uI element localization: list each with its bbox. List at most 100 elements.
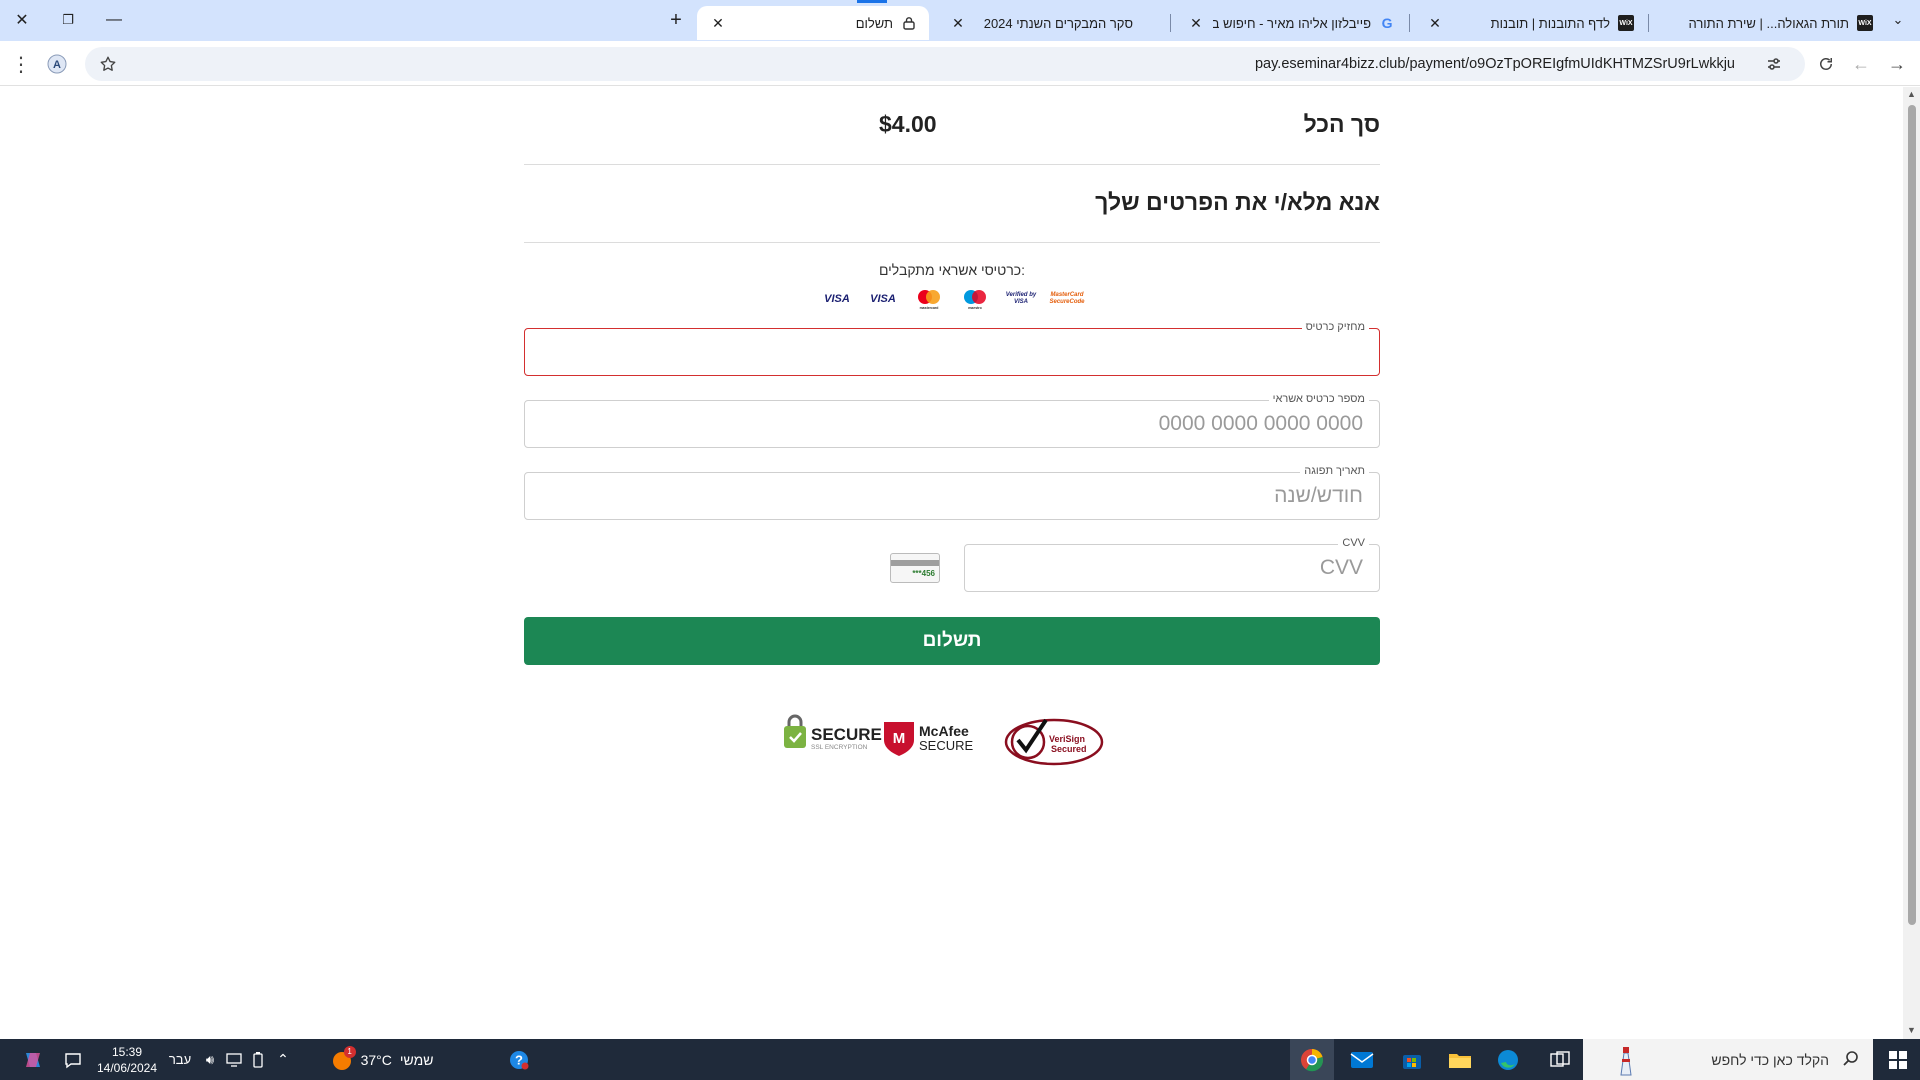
restore-window-button[interactable]: ❐ bbox=[46, 0, 90, 40]
search-placeholder: הקלד כאן כדי לחפש bbox=[1711, 1051, 1829, 1068]
secure-badge-title: SECURE bbox=[811, 725, 882, 744]
visa-electron-card-icon: VISA bbox=[864, 287, 902, 311]
tab-google-search[interactable]: G פייבלזון אליהו מאיר - חיפוש ב-G ✕ bbox=[1175, 6, 1407, 40]
ssl-secure-badge: SECURE SSL ENCRYPTION bbox=[784, 714, 882, 751]
divider bbox=[524, 164, 1380, 165]
tab-search-chevron-icon[interactable]: ⌄ bbox=[1876, 0, 1920, 40]
minimize-window-button[interactable]: — bbox=[92, 0, 136, 40]
divider bbox=[524, 242, 1380, 243]
tab-close-icon[interactable]: ✕ bbox=[949, 14, 967, 32]
copilot-icon[interactable] bbox=[18, 1039, 48, 1080]
security-badges: SECURE SSL ENCRYPTION M McAfee SECURE Ve… bbox=[781, 712, 1121, 768]
cardholder-input[interactable] bbox=[525, 329, 1379, 375]
microsoft-store-icon[interactable] bbox=[1390, 1039, 1434, 1080]
sun-icon: 1 bbox=[331, 1045, 356, 1071]
network-icon[interactable] bbox=[224, 1039, 244, 1080]
accepted-cards-label: :כרטיסי אשראי מתקבלים bbox=[878, 262, 1026, 278]
reload-icon[interactable] bbox=[1811, 49, 1841, 79]
scrollbar-thumb[interactable] bbox=[1908, 105, 1916, 925]
tab-separator bbox=[1409, 14, 1410, 32]
browser-toolbar: ⋮ A pay.eseminar4bizz.club/payment/o9OzT… bbox=[0, 41, 1920, 86]
tab-title: תשלום bbox=[855, 15, 893, 31]
menu-kebab-icon[interactable]: ⋮ bbox=[6, 49, 36, 79]
verisign-secured-badge: VeriSign Secured bbox=[1004, 718, 1104, 766]
clock-date: 14/06/2024 bbox=[96, 1060, 158, 1075]
profile-avatar[interactable]: A bbox=[42, 49, 72, 79]
address-bar[interactable]: pay.eseminar4bizz.club/payment/o9OzTpORE… bbox=[85, 47, 1805, 81]
back-arrow-icon[interactable]: ← bbox=[1846, 49, 1876, 79]
edge-icon[interactable] bbox=[1486, 1039, 1530, 1080]
lock-icon bbox=[901, 15, 917, 31]
tab-payment[interactable]: תשלום ✕ bbox=[697, 6, 929, 40]
card-number-field: מספר כרטיס אשראי bbox=[524, 393, 1380, 448]
wix-icon: WiX bbox=[1618, 15, 1634, 31]
battery-icon[interactable] bbox=[248, 1039, 268, 1080]
clock[interactable]: 15:39 14/06/2024 bbox=[96, 1039, 158, 1080]
mcafee-secure-badge: M McAfee SECURE bbox=[884, 722, 974, 756]
mastercard-icon: mastercard bbox=[910, 287, 948, 311]
lighthouse-search-highlight-icon bbox=[1609, 1043, 1643, 1077]
card-number-input[interactable] bbox=[525, 401, 1379, 447]
page-scrollbar[interactable]: ▲ ▼ bbox=[1903, 87, 1920, 1039]
language-indicator[interactable]: עבר bbox=[166, 1039, 194, 1080]
site-settings-icon[interactable] bbox=[1761, 51, 1787, 77]
cardholder-field: מחזיק כרטיס bbox=[524, 321, 1380, 376]
expiry-input[interactable] bbox=[525, 473, 1379, 519]
start-button[interactable] bbox=[1875, 1039, 1920, 1080]
windows-taskbar: 15:39 14/06/2024 עבר 🔊︎ ⌃ שמשי 37°C 1 ? bbox=[0, 1039, 1920, 1080]
mail-icon[interactable] bbox=[1340, 1039, 1384, 1080]
svg-text:maestro: maestro bbox=[968, 306, 982, 310]
cvv-input[interactable] bbox=[965, 545, 1379, 591]
tab-visitor-survey[interactable]: סקר המבקרים השנתי 2024 ✕ bbox=[937, 6, 1169, 40]
tab-title: לדף התובנות | תובנות bbox=[1490, 15, 1610, 31]
tab-title: פייבלזון אליהו מאיר - חיפוש ב-G bbox=[1213, 15, 1371, 31]
task-view-icon[interactable] bbox=[1538, 1039, 1582, 1080]
volume-icon[interactable]: 🔊︎ bbox=[200, 1039, 220, 1080]
mastercard-securecode-icon: MasterCard SecureCode bbox=[1048, 287, 1086, 311]
accepted-cards-row: VISA VISA mastercard maestro Verified by… bbox=[818, 287, 1088, 311]
total-row: סך הכל $4.00 bbox=[524, 111, 1380, 151]
scroll-down-arrow-icon[interactable]: ▼ bbox=[1906, 1025, 1917, 1036]
google-icon: G bbox=[1381, 15, 1393, 31]
weather-widget[interactable]: שמשי 37°C 1 bbox=[312, 1039, 452, 1080]
file-explorer-icon[interactable] bbox=[1438, 1039, 1482, 1080]
forward-arrow-icon[interactable]: → bbox=[1882, 49, 1912, 79]
mcafee-badge-title: McAfee bbox=[919, 723, 969, 739]
page-viewport: סך הכל $4.00 אנא מלא/י את הפרטים שלך :כר… bbox=[0, 87, 1902, 1039]
mcafee-badge-subtitle: SECURE bbox=[919, 738, 974, 753]
form-heading: אנא מלא/י את הפרטים שלך bbox=[1095, 189, 1380, 215]
tab-separator bbox=[1648, 14, 1649, 32]
expiry-field: תאריך תפוגה bbox=[524, 465, 1380, 520]
tab-title: סקר המבקרים השנתי 2024 bbox=[983, 15, 1133, 31]
cvv-field: CVV bbox=[964, 537, 1380, 592]
weather-label: שמשי bbox=[399, 1051, 434, 1068]
show-hidden-icons-chevron-icon[interactable]: ⌃ bbox=[272, 1039, 294, 1080]
verified-by-visa-icon: Verified by VISA bbox=[1002, 287, 1040, 311]
maestro-card-icon: maestro bbox=[956, 287, 994, 311]
tab-strip: ✕ ❐ — + תשלום ✕ סקר המבקרים השנתי 2024 ✕… bbox=[0, 0, 1920, 41]
notification-center-icon[interactable] bbox=[58, 1039, 88, 1080]
bookmark-star-icon[interactable] bbox=[95, 51, 121, 77]
tab-torah[interactable]: WiX תורת הגאולה... | שירת התורה bbox=[1653, 6, 1885, 40]
close-window-button[interactable]: ✕ bbox=[0, 0, 44, 40]
clock-time: 15:39 bbox=[111, 1044, 143, 1059]
tab-insights[interactable]: WiX לדף התובנות | תובנות ✕ bbox=[1414, 6, 1646, 40]
cvv-hint-text: ***456 bbox=[912, 569, 935, 578]
tab-close-icon[interactable]: ✕ bbox=[709, 14, 727, 32]
total-amount: $4.00 bbox=[879, 111, 937, 137]
wix-icon: WiX bbox=[1857, 15, 1873, 31]
new-tab-button[interactable]: + bbox=[654, 0, 698, 40]
taskbar-search-box[interactable]: הקלד כאן כדי לחפש bbox=[1583, 1039, 1873, 1080]
tab-close-icon[interactable]: ✕ bbox=[1426, 14, 1444, 32]
total-label: סך הכל bbox=[1303, 111, 1380, 137]
browser-window: ✕ ❐ — + תשלום ✕ סקר המבקרים השנתי 2024 ✕… bbox=[0, 0, 1920, 1080]
visa-card-icon: VISA bbox=[818, 287, 856, 311]
pay-button[interactable]: תשלום bbox=[524, 617, 1380, 665]
chrome-taskbar-icon[interactable] bbox=[1290, 1039, 1334, 1080]
tab-title: תורת הגאולה... | שירת התורה bbox=[1688, 15, 1849, 31]
scroll-up-arrow-icon[interactable]: ▲ bbox=[1906, 89, 1917, 100]
verisign-badge-line2: Secured bbox=[1051, 744, 1087, 754]
help-icon[interactable]: ? bbox=[506, 1039, 532, 1080]
tab-close-icon[interactable]: ✕ bbox=[1187, 14, 1205, 32]
card-magnetic-strip bbox=[891, 560, 939, 566]
